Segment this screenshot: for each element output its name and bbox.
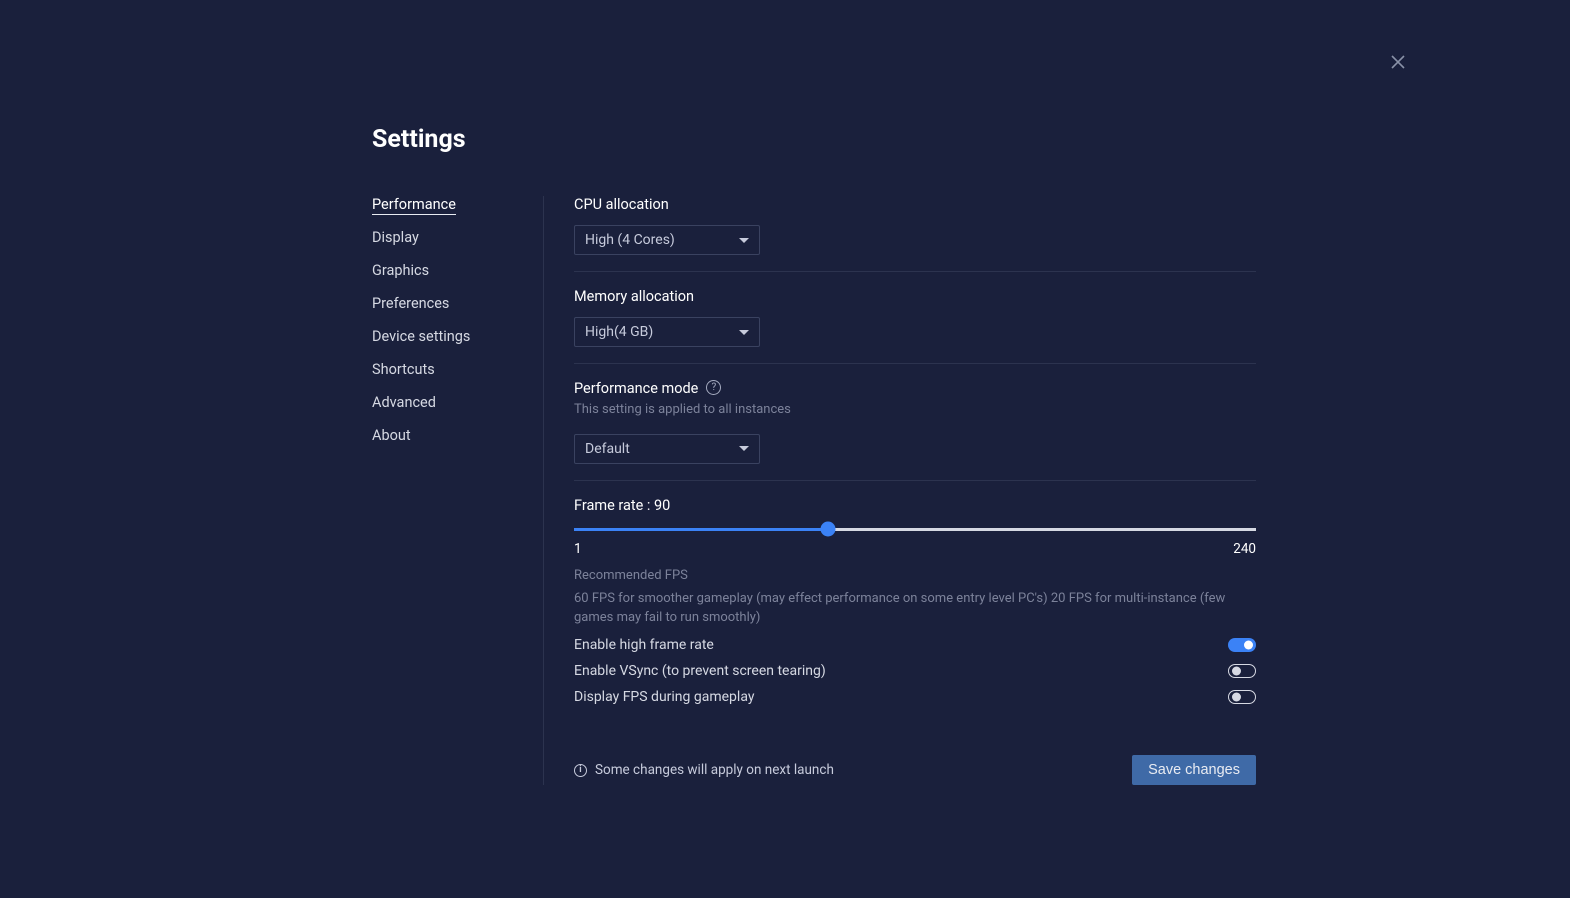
cpu-allocation-value: High (4 Cores) — [585, 232, 675, 248]
close-button[interactable] — [1386, 50, 1410, 74]
vsync-toggle[interactable] — [1228, 664, 1256, 678]
sidebar: Performance Display Graphics Preferences… — [372, 196, 544, 785]
frame-rate-slider-fill — [574, 528, 828, 531]
sidebar-item-graphics[interactable]: Graphics — [372, 262, 429, 281]
display-fps-label: Display FPS during gameplay — [574, 689, 754, 705]
sidebar-item-display[interactable]: Display — [372, 229, 419, 248]
page-title: Settings — [372, 125, 1570, 154]
performance-mode-value: Default — [585, 441, 630, 457]
chevron-down-icon — [739, 330, 749, 335]
info-icon: i — [574, 764, 587, 777]
chevron-down-icon — [739, 446, 749, 451]
memory-allocation-value: High(4 GB) — [585, 324, 653, 340]
cpu-allocation-label: CPU allocation — [574, 196, 1256, 213]
memory-allocation-select[interactable]: High(4 GB) — [574, 317, 760, 347]
frame-rate-min: 1 — [574, 541, 582, 557]
sidebar-item-advanced[interactable]: Advanced — [372, 394, 436, 413]
sidebar-item-shortcuts[interactable]: Shortcuts — [372, 361, 435, 380]
high-frame-rate-label: Enable high frame rate — [574, 637, 714, 653]
display-fps-toggle[interactable] — [1228, 690, 1256, 704]
frame-rate-slider[interactable] — [574, 528, 1256, 531]
apply-notice-text: Some changes will apply on next launch — [595, 762, 834, 778]
content-panel: CPU allocation High (4 Cores) Memory all… — [544, 196, 1256, 785]
save-changes-button[interactable]: Save changes — [1132, 755, 1256, 785]
frame-rate-max: 240 — [1233, 541, 1256, 557]
vsync-label: Enable VSync (to prevent screen tearing) — [574, 663, 826, 679]
close-icon — [1390, 54, 1406, 70]
frame-rate-label: Frame rate : 90 — [574, 497, 1256, 514]
memory-allocation-label: Memory allocation — [574, 288, 1256, 305]
frame-rate-slider-thumb[interactable] — [820, 522, 835, 537]
performance-mode-select[interactable]: Default — [574, 434, 760, 464]
sidebar-item-about[interactable]: About — [372, 427, 411, 446]
sidebar-item-device-settings[interactable]: Device settings — [372, 328, 470, 347]
high-frame-rate-toggle[interactable] — [1228, 638, 1256, 652]
performance-mode-hint: This setting is applied to all instances — [574, 401, 1256, 420]
apply-notice: i Some changes will apply on next launch — [574, 762, 834, 778]
cpu-allocation-select[interactable]: High (4 Cores) — [574, 225, 760, 255]
performance-mode-label: Performance mode — [574, 380, 698, 397]
sidebar-item-performance[interactable]: Performance — [372, 196, 456, 215]
help-icon[interactable]: ? — [706, 380, 721, 395]
recommended-fps-text: 60 FPS for smoother gameplay (may effect… — [574, 590, 1256, 628]
recommended-fps-title: Recommended FPS — [574, 567, 1256, 586]
chevron-down-icon — [739, 238, 749, 243]
sidebar-item-preferences[interactable]: Preferences — [372, 295, 449, 314]
